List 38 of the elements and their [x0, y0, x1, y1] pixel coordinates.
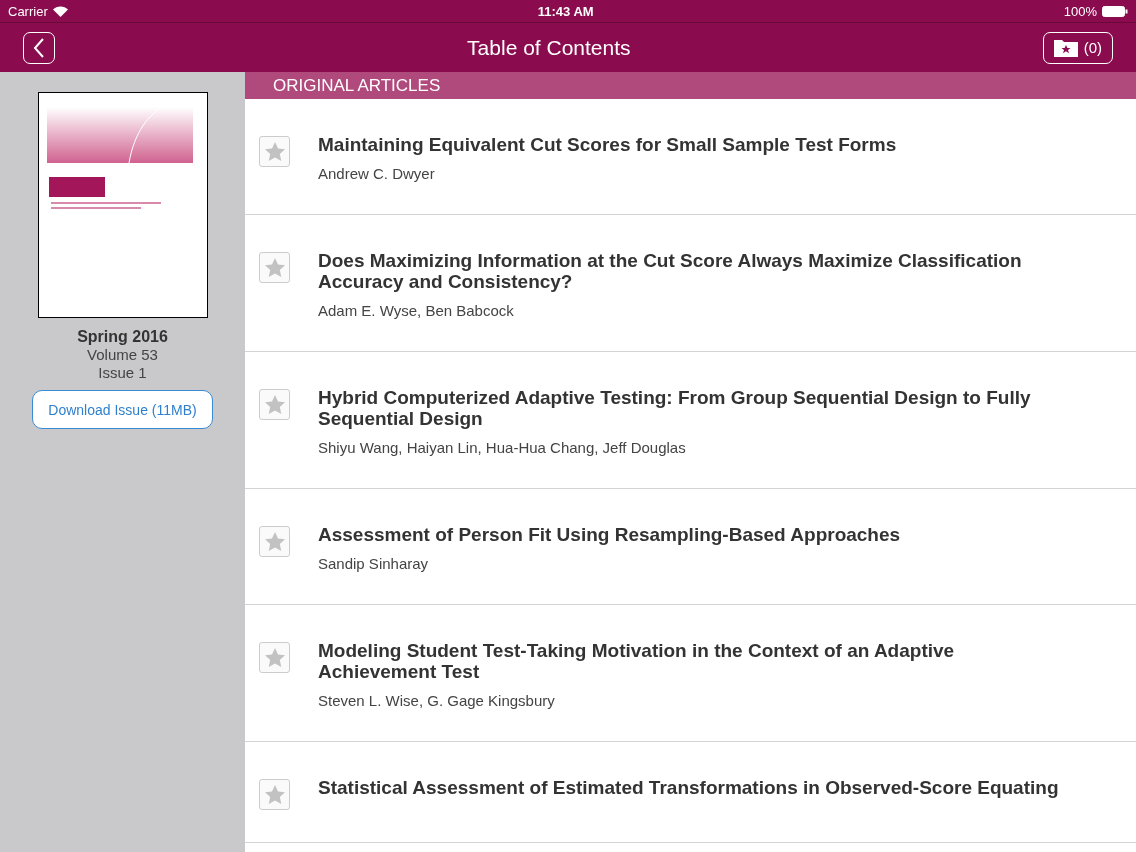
article-title[interactable]: Hybrid Computerized Adaptive Testing: From Group Sequential Design to Fully Sequential Design: [318, 387, 1066, 429]
article-title[interactable]: Modeling Student Test-Taking Motivation in the Context of an Adaptive Achievement Test: [318, 640, 1066, 682]
article-title[interactable]: Assessment of Person Fit Using Resampling-Based Approaches: [318, 524, 901, 545]
article-authors: Adam E. Wyse, Ben Babcock: [318, 302, 515, 319]
star-icon: [263, 394, 286, 415]
favorites-button[interactable]: (0): [1042, 31, 1113, 64]
folder-star-icon: [1053, 38, 1078, 57]
article-title[interactable]: Maintaining Equivalent Cut Scores for Small Sample Test Forms: [318, 134, 897, 155]
favorite-star-button[interactable]: [259, 526, 290, 557]
star-icon: [263, 647, 286, 668]
star-icon: [263, 141, 286, 162]
back-chevron-icon: [33, 37, 45, 58]
star-icon: [263, 257, 286, 278]
article-title[interactable]: Statistical Assessment of Estimated Transformations in Observed-Score Equating: [318, 777, 1059, 798]
article-authors: Sandip Sinharay: [318, 555, 430, 572]
favorite-star-button[interactable]: [259, 252, 290, 283]
star-icon: [263, 531, 286, 552]
back-button[interactable]: [23, 31, 55, 64]
issue-volume: Volume 53: [87, 346, 158, 364]
article-authors: Andrew C. Dwyer: [318, 165, 436, 182]
page-title: Table of Contents: [467, 35, 631, 60]
favorite-star-button[interactable]: [259, 642, 290, 673]
star-icon: [263, 784, 286, 805]
wifi-icon: [52, 5, 68, 17]
battery-percent: 100%: [1063, 3, 1097, 19]
clock: 11:43 AM: [537, 3, 594, 19]
favorite-star-button[interactable]: [259, 136, 290, 167]
article-authors: Steven L. Wise, G. Gage Kingsbury: [318, 692, 556, 709]
favorite-star-button[interactable]: [259, 779, 290, 810]
issue-season: Spring 2016: [77, 328, 168, 346]
battery-icon: [1102, 5, 1128, 17]
article-authors: Shiyu Wang, Haiyan Lin, Hua-Hua Chang, Jeff Douglas: [318, 439, 687, 456]
carrier-label: Carrier: [8, 3, 48, 19]
section-header: ORIGINAL ARTICLES: [245, 72, 1136, 99]
issue-number: Issue 1: [98, 364, 147, 382]
favorite-star-button[interactable]: [259, 389, 290, 420]
download-issue-button[interactable]: Download Issue (11MB): [32, 390, 213, 429]
article-title[interactable]: Does Maximizing Information at the Cut Score Always Maximize Classification Accuracy and Consistency?: [318, 250, 1066, 292]
